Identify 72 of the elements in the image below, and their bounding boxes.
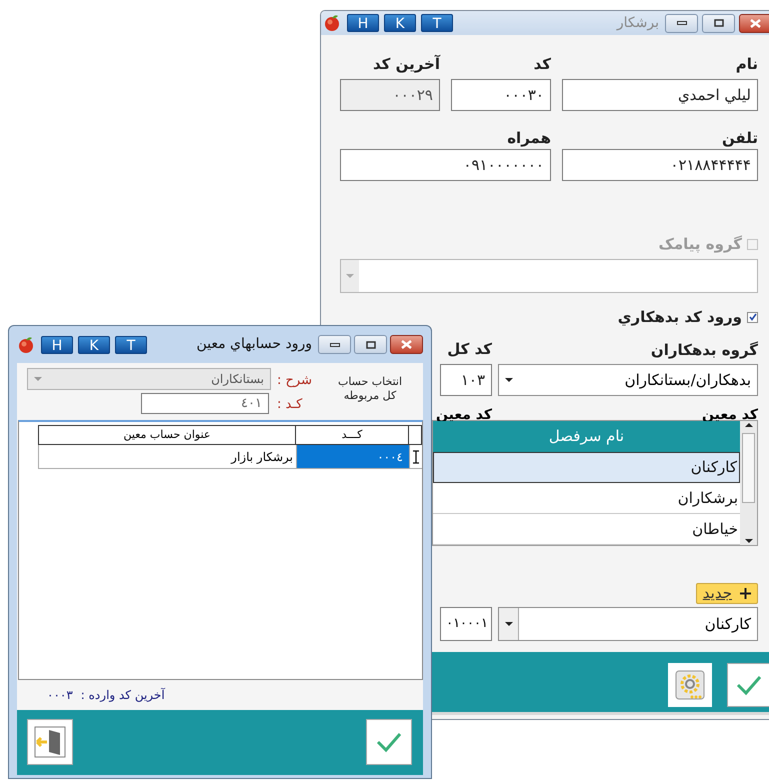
input-field[interactable]: ليلي احمدي	[562, 79, 758, 111]
quick-button[interactable]: T	[421, 14, 453, 32]
dropdown-arrow-icon	[505, 378, 513, 382]
apple-icon	[323, 14, 341, 32]
field-label: همراه	[506, 128, 551, 149]
hint-text: انتخاب حساب کل مربوطه	[336, 375, 404, 403]
dropdown[interactable]: بدهکاران/بستانکاران	[498, 364, 758, 396]
field-label: شرح :	[277, 372, 312, 390]
scroll-up-icon	[744, 423, 752, 427]
table-cell[interactable]: ٠٠٠٤	[296, 445, 409, 469]
quick-button[interactable]: H	[41, 336, 73, 354]
scroll-down-icon	[744, 539, 752, 543]
minimize-button[interactable]	[665, 14, 698, 32]
plus-icon	[740, 588, 751, 599]
last-code-label: آخرين کد وارده :	[80, 687, 165, 704]
close-icon	[750, 18, 761, 28]
table-row[interactable]: کارکنان	[433, 452, 740, 483]
checkmark-icon	[748, 313, 756, 322]
input-field[interactable]: ۰۹۱۰۰۰۰۰۰۰	[340, 149, 551, 181]
gear-icon	[673, 668, 707, 702]
maximize-button[interactable]	[354, 335, 387, 354]
minimize-icon	[330, 342, 340, 346]
window-title: ورود حسابهاي معين	[196, 335, 312, 354]
close-button[interactable]	[390, 335, 423, 354]
confirm-button[interactable]	[366, 719, 412, 765]
quick-button[interactable]: H	[347, 14, 379, 32]
field-label: تلفن	[720, 128, 758, 149]
input-field[interactable]: ۰۰۰۳۰	[451, 79, 551, 111]
table-cell: برشكار بازار	[38, 445, 296, 469]
settings-button[interactable]	[668, 663, 712, 707]
close-button[interactable]	[739, 14, 769, 32]
column-header: نام سرفصل	[433, 421, 740, 452]
dropdown-arrow-icon	[346, 274, 354, 278]
exit-button[interactable]	[27, 719, 73, 765]
minimize-icon	[676, 21, 686, 25]
input-field[interactable]: ٤٠١	[141, 393, 269, 414]
confirm-button[interactable]	[727, 663, 769, 707]
dropdown[interactable]: کارکنان	[498, 607, 758, 641]
maximize-icon	[366, 340, 376, 348]
input-field[interactable]: ۱۰۳	[440, 364, 492, 396]
quick-button[interactable]: K	[384, 14, 416, 32]
quick-button[interactable]: K	[78, 336, 110, 354]
apple-icon	[17, 336, 35, 354]
minimize-button[interactable]	[318, 335, 351, 354]
scrollbar[interactable]	[740, 421, 757, 545]
exit-door-icon	[33, 725, 67, 759]
dropdown-arrow-icon	[34, 377, 42, 381]
maximize-button[interactable]	[702, 14, 735, 32]
input-field[interactable]: ۰۲۱۸۸۴۴۴۴۴	[562, 149, 758, 181]
dropdown-arrow-icon	[504, 622, 512, 626]
checkbox[interactable]	[747, 312, 758, 323]
field-label: آخرين کد	[372, 54, 440, 75]
close-icon	[401, 340, 412, 349]
quick-button[interactable]: T	[115, 336, 147, 354]
field-label: نام	[734, 54, 758, 75]
checkbox-label: ورود کد بدهکاري	[618, 307, 742, 328]
maximize-icon	[714, 19, 724, 27]
field-label: کـد :	[277, 396, 302, 414]
input-field[interactable]: ۰۱۰۰۰۱	[440, 607, 492, 641]
field-label: کد	[532, 54, 551, 75]
last-code-value: ٠٠٠٣	[47, 687, 73, 704]
field-label: گروه بدهکاران	[650, 341, 758, 359]
column-header: کـــد	[296, 425, 409, 445]
new-button[interactable]: جديد	[696, 583, 758, 604]
column-header: عنوان حساب معين	[38, 425, 296, 445]
dropdown[interactable]: بستانكاران	[27, 368, 271, 390]
checkmark-icon	[736, 674, 762, 696]
checkbox-label: گروه پيامک	[658, 234, 742, 255]
text-cursor-icon	[413, 450, 419, 464]
checkmark-icon	[376, 731, 402, 753]
field-label: کد کل	[446, 339, 492, 360]
window-title: برشكار	[616, 14, 659, 32]
